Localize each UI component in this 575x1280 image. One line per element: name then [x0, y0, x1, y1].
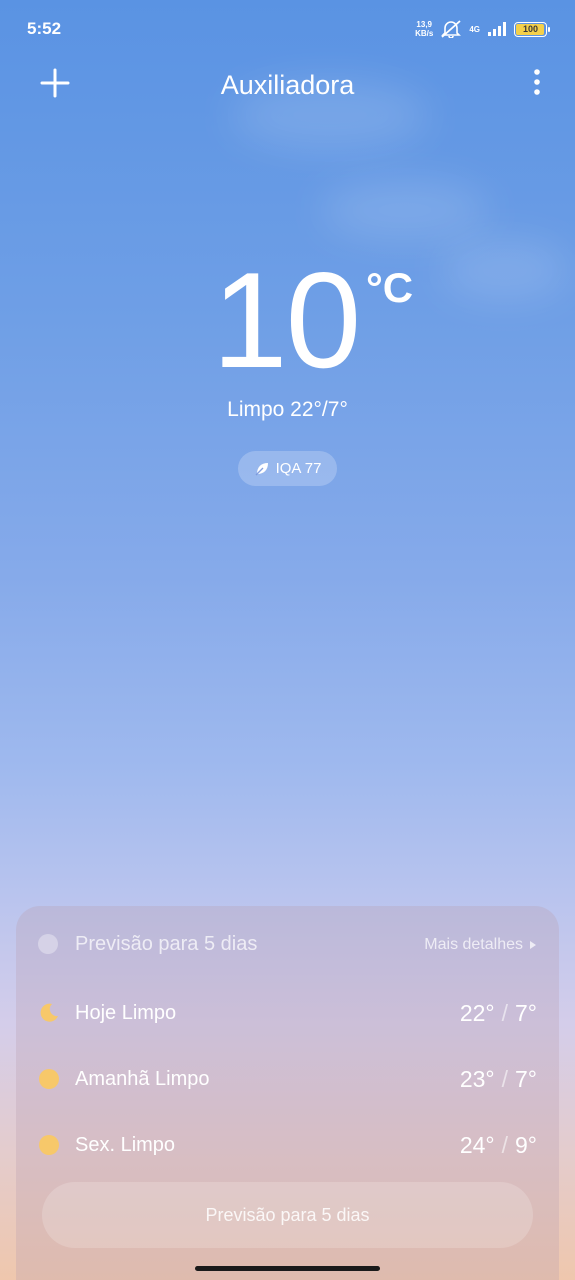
status-icons: 13,9 KB/s 4G 100 — [415, 18, 550, 40]
forecast-separator: / — [501, 1131, 508, 1158]
forecast-low: 7° — [515, 1065, 537, 1092]
status-time: 5:52 — [27, 19, 62, 38]
forecast-row[interactable]: Sex. Limpo 24°/ 9° — [38, 1112, 537, 1178]
forecast-separator: / — [501, 1065, 508, 1092]
network-speed: 13,9 KB/s — [415, 20, 433, 38]
forecast-day-label: Sex. Limpo — [75, 1133, 176, 1156]
temperature-value: 10 — [212, 244, 361, 396]
sun-icon — [39, 1135, 59, 1155]
network-speed-value: 13,9 — [416, 20, 432, 29]
battery-level: 100 — [522, 24, 539, 34]
leaf-icon — [255, 462, 268, 475]
forecast-temps: 23°/ 7° — [460, 1066, 537, 1093]
city-title: Auxiliadora — [220, 70, 355, 100]
forecast-separator: / — [501, 999, 508, 1026]
cloud-decoration — [320, 180, 490, 240]
temperature-unit: °C — [366, 264, 414, 311]
forecast-high: 24° — [459, 1131, 495, 1158]
sun-icon — [39, 1069, 59, 1089]
forecast-row[interactable]: Amanhã Limpo 23°/ 7° — [38, 1046, 537, 1112]
forecast-row[interactable]: Hoje Limpo 22°/ 7° — [38, 980, 537, 1046]
forecast-low: 9° — [515, 1131, 537, 1158]
more-options-button[interactable] — [531, 68, 543, 98]
network-type: 4G — [469, 24, 480, 34]
signal-icon — [488, 22, 506, 36]
chevron-right-icon — [530, 941, 536, 949]
home-indicator[interactable] — [195, 1266, 380, 1271]
mute-icon — [441, 20, 462, 38]
top-bar: Auxiliadora — [0, 56, 575, 112]
forecast-list: Hoje Limpo 22°/7° Amanhã Limpo 23°/7° Se… — [38, 980, 537, 1178]
forecast-day-label: Amanhã Limpo — [75, 1067, 210, 1090]
forecast-temps: 22°/ 7° — [460, 1000, 537, 1027]
current-condition: Limpo 22°/7° — [227, 398, 348, 421]
network-speed-unit: KB/s — [415, 29, 434, 38]
aqi-badge[interactable]: IQA 77 — [238, 451, 337, 486]
forecast-card: Previsão para 5 dias Mais detalhes Hoje … — [16, 906, 559, 1280]
forecast-temps: 24°/ 9° — [460, 1132, 537, 1159]
five-day-forecast-button[interactable]: Previsão para 5 dias — [42, 1182, 533, 1248]
calendar-icon — [38, 934, 58, 954]
aqi-value: IQA 77 — [275, 460, 322, 477]
moon-icon — [40, 1003, 58, 1022]
forecast-header: Previsão para 5 dias Mais detalhes — [38, 932, 537, 958]
forecast-high: 22° — [459, 999, 495, 1026]
forecast-title: Previsão para 5 dias — [75, 933, 258, 955]
more-vertical-icon — [534, 69, 540, 95]
status-bar: 5:52 13,9 KB/s 4G 100 — [0, 0, 575, 56]
battery-icon: 100 — [514, 21, 550, 37]
more-details-link[interactable]: Mais detalhes — [424, 936, 537, 954]
more-details-label: Mais detalhes — [424, 936, 523, 953]
current-temperature: 10 °C — [0, 250, 575, 390]
forecast-high: 23° — [459, 1065, 495, 1092]
forecast-day-label: Hoje Limpo — [75, 1001, 177, 1024]
forecast-low: 7° — [515, 999, 537, 1026]
